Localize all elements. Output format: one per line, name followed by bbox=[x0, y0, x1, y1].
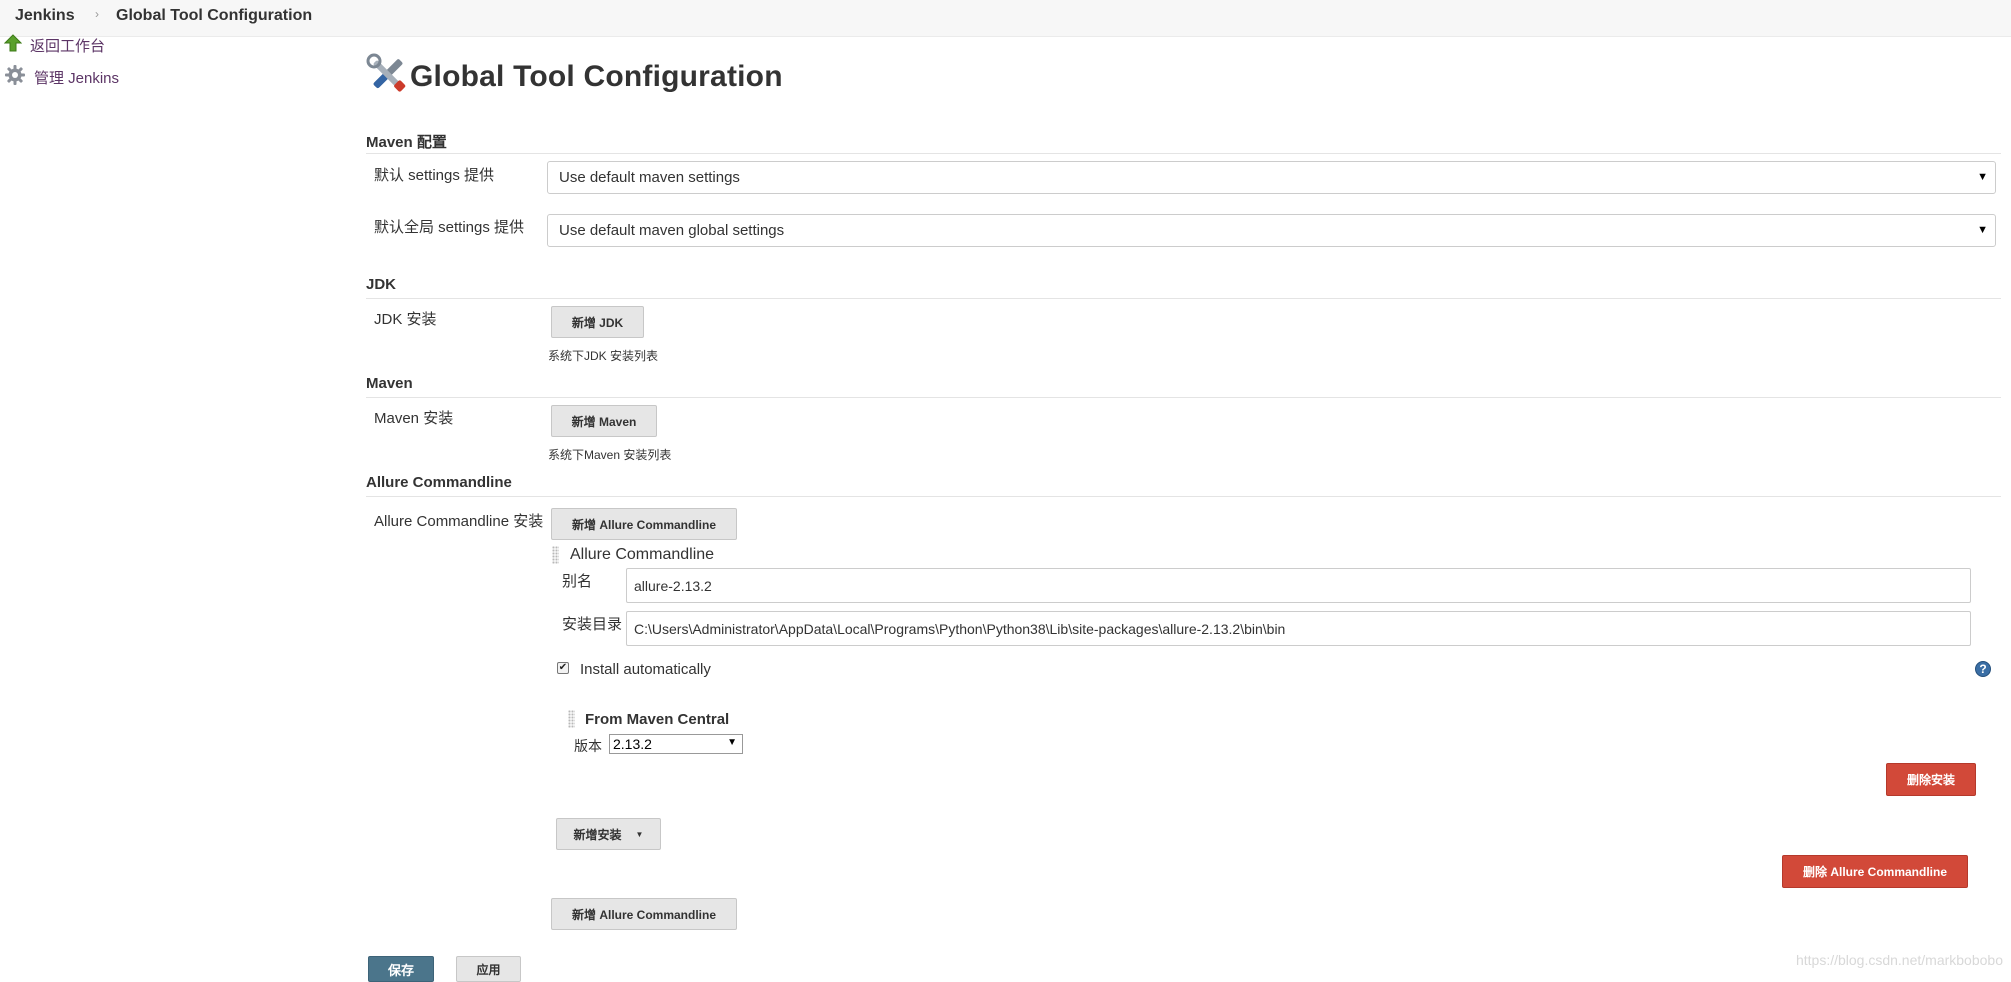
apply-button[interactable]: 应用 bbox=[456, 956, 521, 982]
breadcrumb-current[interactable]: Global Tool Configuration bbox=[116, 7, 312, 25]
drag-handle-icon[interactable] bbox=[552, 546, 559, 564]
settings-provider-label: 默认 settings 提供 bbox=[374, 167, 495, 184]
add-installer-label: 新增安装 bbox=[573, 827, 622, 842]
sidebar-item-label: 返回工作台 bbox=[30, 37, 106, 55]
gear-icon bbox=[4, 64, 26, 91]
add-jdk-button[interactable]: 新增 JDK bbox=[551, 306, 644, 338]
help-icon[interactable]: ? bbox=[1975, 661, 1991, 677]
drag-handle-icon[interactable] bbox=[568, 710, 575, 728]
install-automatically-label: Install automatically bbox=[580, 661, 711, 678]
breadcrumb-bar: Jenkins › Global Tool Configuration bbox=[0, 0, 2011, 37]
add-allure-commandline-button[interactable]: 新增 Allure Commandline bbox=[551, 508, 737, 540]
add-installer-dropdown-button[interactable]: 新增安装 ▼ bbox=[556, 818, 661, 850]
alias-label: 别名 bbox=[562, 573, 593, 590]
global-settings-provider-select[interactable]: Use default maven global settings ▼ bbox=[547, 214, 1996, 247]
version-value: 2.13.2 bbox=[613, 736, 652, 752]
breadcrumb-separator: › bbox=[95, 7, 99, 21]
allure-install-label: Allure Commandline 安装 bbox=[374, 513, 544, 530]
add-allure-commandline-button-bottom[interactable]: 新增 Allure Commandline bbox=[551, 898, 737, 930]
section-header-allure: Allure Commandline bbox=[366, 474, 2001, 497]
installer-title: From Maven Central bbox=[585, 711, 730, 728]
global-settings-provider-label: 默认全局 settings 提供 bbox=[374, 219, 525, 236]
delete-allure-commandline-button[interactable]: 删除 Allure Commandline bbox=[1782, 855, 1968, 888]
settings-provider-value: Use default maven settings bbox=[559, 169, 740, 186]
caret-down-icon: ▼ bbox=[635, 829, 644, 839]
tools-icon bbox=[366, 53, 408, 100]
section-header-jdk: JDK bbox=[366, 276, 2001, 299]
install-home-label: 安装目录 bbox=[562, 616, 623, 633]
page-title: Global Tool Configuration bbox=[366, 53, 783, 100]
jdk-install-label: JDK 安装 bbox=[374, 311, 437, 328]
allure-item-title: Allure Commandline bbox=[570, 546, 715, 563]
watermark: https://blog.csdn.net/markbobobo bbox=[1795, 952, 2003, 968]
delete-installer-button[interactable]: 删除安装 bbox=[1886, 763, 1976, 796]
page-title-text: Global Tool Configuration bbox=[410, 59, 783, 93]
version-label: 版本 bbox=[574, 738, 602, 754]
version-select[interactable]: 2.13.2 ▼ bbox=[609, 734, 743, 754]
install-automatically-checkbox[interactable]: ✔ bbox=[557, 662, 569, 674]
add-maven-button[interactable]: 新增 Maven bbox=[551, 405, 657, 437]
breadcrumb-home-link[interactable]: Jenkins bbox=[15, 7, 75, 25]
sidebar-item-label: 管理 Jenkins bbox=[34, 69, 120, 87]
chevron-down-icon: ▼ bbox=[727, 737, 737, 748]
settings-provider-select[interactable]: Use default maven settings ▼ bbox=[547, 161, 1996, 194]
section-header-maven-config: Maven 配置 bbox=[366, 131, 2001, 154]
sidebar-item-back-to-dashboard[interactable]: 返回工作台 bbox=[3, 32, 106, 58]
section-header-maven: Maven bbox=[366, 375, 2001, 398]
install-home-input[interactable] bbox=[626, 611, 1971, 646]
sidebar-item-manage-jenkins[interactable]: 管理 Jenkins bbox=[4, 64, 119, 90]
maven-install-label: Maven 安装 bbox=[374, 410, 454, 427]
chevron-down-icon: ▼ bbox=[1977, 224, 1988, 236]
jdk-description: 系统下JDK 安装列表 bbox=[548, 349, 659, 363]
save-button[interactable]: 保存 bbox=[368, 956, 434, 982]
alias-input[interactable] bbox=[626, 568, 1971, 603]
global-settings-provider-value: Use default maven global settings bbox=[559, 222, 785, 239]
maven-description: 系统下Maven 安装列表 bbox=[548, 448, 672, 462]
up-arrow-icon bbox=[3, 33, 23, 57]
chevron-down-icon: ▼ bbox=[1977, 171, 1988, 183]
